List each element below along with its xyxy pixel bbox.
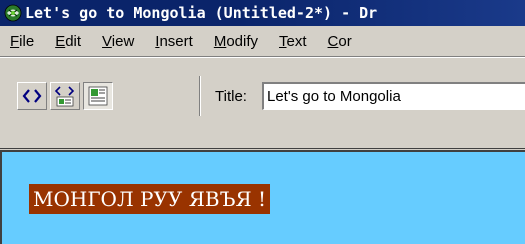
menu-modify[interactable]: Modify bbox=[214, 33, 258, 50]
menu-view-mnemonic: V bbox=[102, 32, 112, 50]
menu-view-label: iew bbox=[111, 32, 135, 50]
page-title-label: Title: bbox=[215, 88, 247, 105]
menu-text-label: ext bbox=[286, 32, 307, 50]
menu-modify-label: odify bbox=[226, 32, 259, 50]
menu-edit-label: dit bbox=[65, 32, 82, 50]
split-view-button[interactable] bbox=[50, 82, 80, 110]
menu-edit-mnemonic: E bbox=[55, 32, 66, 50]
menu-text[interactable]: Text bbox=[279, 33, 307, 50]
menu-file[interactable]: File bbox=[10, 33, 34, 50]
split-view-icon bbox=[54, 86, 75, 107]
menu-insert[interactable]: Insert bbox=[155, 33, 193, 50]
design-view-button[interactable] bbox=[83, 82, 113, 110]
menu-view[interactable]: View bbox=[102, 33, 134, 50]
menu-commands[interactable]: Cor bbox=[328, 33, 352, 50]
document-toolbar: Title: bbox=[0, 58, 525, 149]
dreamweaver-app-icon[interactable] bbox=[4, 4, 22, 22]
menu-commands-mnemonic: C bbox=[327, 32, 339, 50]
menu-insert-label: nsert bbox=[159, 32, 193, 50]
menu-file-label: ile bbox=[19, 32, 35, 50]
code-view-button[interactable] bbox=[17, 82, 47, 110]
window-titlebar[interactable]: Let's go to Mongolia (Untitled-2*) - Dr bbox=[0, 0, 525, 26]
menu-file-mnemonic: F bbox=[10, 32, 20, 50]
design-view-icon bbox=[88, 86, 108, 106]
toolbar-separator bbox=[199, 76, 201, 116]
menu-text-mnemonic: T bbox=[279, 32, 287, 50]
menu-bar: File Edit View Insert Modify Text Cor bbox=[0, 26, 525, 57]
document-heading-text[interactable]: МОНГОЛ РУУ ЯВЪЯ ! bbox=[29, 184, 271, 214]
page-title-input[interactable] bbox=[262, 82, 525, 110]
document-design-area[interactable]: МОНГОЛ РУУ ЯВЪЯ ! bbox=[0, 150, 525, 244]
menu-edit[interactable]: Edit bbox=[55, 33, 81, 50]
code-view-icon bbox=[22, 89, 42, 103]
menu-commands-label: or bbox=[338, 32, 352, 50]
window-title: Let's go to Mongolia (Untitled-2*) - Dr bbox=[25, 4, 378, 22]
menu-modify-mnemonic: M bbox=[213, 32, 227, 50]
